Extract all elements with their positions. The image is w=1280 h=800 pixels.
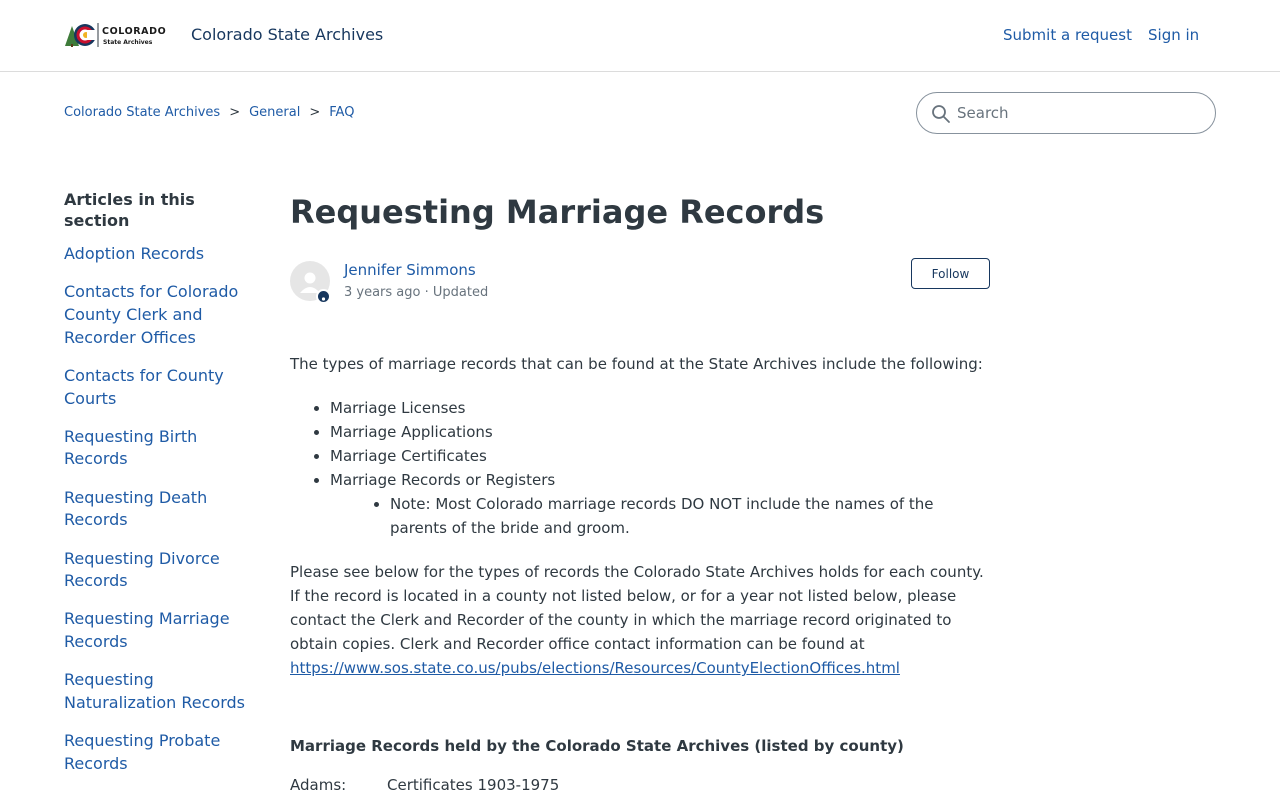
list-item: Marriage Records or Registers (330, 468, 990, 492)
sidebar-item-naturalization-records: Requesting Naturalization Records (64, 669, 264, 714)
site-header: COLORADO State Archives Colorado State A… (0, 0, 1280, 72)
article-author: Jennifer Simmons 3 years ago · Updated F… (290, 258, 990, 308)
sidebar-link[interactable]: Contacts for County Courts (64, 366, 224, 408)
sidebar-heading: Articles in this section (64, 190, 195, 230)
sidebar-list: Adoption Records Contacts for Colorado C… (64, 243, 264, 776)
sidebar-link[interactable]: Requesting Probate Records (64, 731, 220, 773)
breadcrumb-separator: > (229, 105, 241, 120)
breadcrumb-item-general[interactable]: General (249, 104, 300, 122)
logo-mark: COLORADO State Archives (65, 23, 166, 47)
county-records: Certificates 1903-1975 (387, 776, 560, 794)
article-header: Requesting Marriage Records (290, 190, 990, 234)
follow-button[interactable]: Follow (911, 258, 990, 289)
article-intro: The types of marriage records that can b… (290, 355, 983, 373)
sidebar-link[interactable]: Adoption Records (64, 244, 204, 263)
sidebar-item-probate-records: Requesting Probate Records (64, 730, 264, 775)
colorado-state-archives-logo[interactable]: COLORADO State Archives (64, 20, 178, 50)
note-list: Note: Most Colorado marriage records DO … (390, 492, 990, 540)
sidebar-item-adoption-records: Adoption Records (64, 243, 264, 266)
breadcrumb-item-colorado-state-archives[interactable]: Colorado State Archives (64, 104, 220, 122)
sidebar-link[interactable]: Requesting Naturalization Records (64, 670, 245, 712)
sidebar-item-contacts-county-courts: Contacts for County Courts (64, 365, 264, 410)
sidebar-link[interactable]: Requesting Marriage Records (64, 609, 230, 651)
article-paragraph: Please see below for the types of record… (290, 560, 990, 680)
record-types-list: Marriage Licenses Marriage Applications … (330, 396, 990, 492)
submit-request-link[interactable]: Submit a request (1003, 25, 1132, 45)
sidebar-item-contacts-clerk-recorder: Contacts for Colorado County Clerk and R… (64, 281, 264, 349)
sidebar-link[interactable]: Requesting Birth Records (64, 427, 197, 469)
county-record-row: Adams: Certificates 1903-1975 (290, 773, 990, 797)
svg-text:State Archives: State Archives (103, 39, 153, 46)
sidebar-link[interactable]: Requesting Death Records (64, 488, 207, 530)
article-title: Requesting Marriage Records (290, 193, 825, 231)
list-item: Marriage Licenses (330, 396, 990, 420)
county-offices-link[interactable]: https://www.sos.state.co.us/pubs/electio… (290, 659, 900, 677)
list-item: Marriage Applications (330, 420, 990, 444)
paragraph-text: Please see below for the types of record… (290, 563, 984, 653)
sidebar-item-divorce-records: Requesting Divorce Records (64, 548, 264, 593)
note-item: Note: Most Colorado marriage records DO … (390, 492, 990, 540)
author-name-link[interactable]: Jennifer Simmons (344, 260, 476, 280)
meta-separator: · (420, 285, 433, 300)
search-input[interactable] (957, 101, 1197, 125)
breadcrumb-item-faq[interactable]: FAQ (329, 104, 354, 122)
article-body: The types of marriage records that can b… (290, 352, 990, 797)
section-articles-sidebar: Articles in this section Adoption Record… (64, 189, 264, 791)
section-heading: Marriage Records held by the Colorado St… (290, 737, 904, 755)
article-updated: Updated (432, 285, 489, 300)
breadcrumb-separator: > (309, 105, 321, 120)
svg-text:COLORADO: COLORADO (102, 26, 166, 37)
article-meta: 3 years ago · Updated (344, 285, 488, 301)
search-icon[interactable] (931, 104, 951, 124)
search-box[interactable] (916, 92, 1216, 134)
sidebar-link[interactable]: Requesting Divorce Records (64, 549, 220, 591)
sidebar-item-marriage-records: Requesting Marriage Records (64, 608, 264, 653)
article-time: 3 years ago (344, 285, 421, 300)
sidebar-link[interactable]: Contacts for Colorado County Clerk and R… (64, 282, 238, 346)
list-item: Marriage Certificates (330, 444, 990, 468)
site-title-link[interactable]: Colorado State Archives (191, 24, 383, 46)
breadcrumb: Colorado State Archives > General > FAQ (64, 104, 354, 122)
sidebar-item-death-records: Requesting Death Records (64, 487, 264, 532)
sidebar-item-birth-records: Requesting Birth Records (64, 426, 264, 471)
county-name: Adams: (290, 776, 347, 794)
agent-badge-icon (316, 289, 331, 304)
sign-in-link[interactable]: Sign in (1148, 25, 1199, 45)
